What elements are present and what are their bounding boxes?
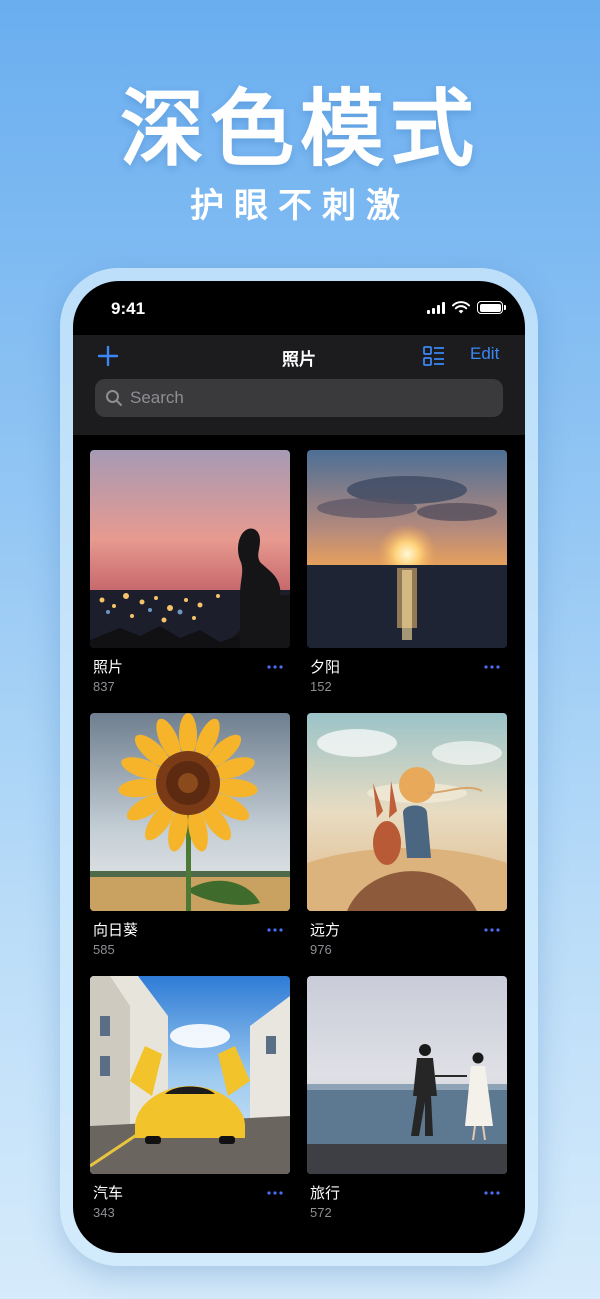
album-grid: 照片 837 夕阳 152 向日葵 585 远方 976 汽车 343 旅行 5… <box>90 450 510 1239</box>
more-options-icon[interactable] <box>266 927 284 933</box>
album-thumbnail <box>90 713 290 911</box>
album-item[interactable]: 向日葵 585 <box>90 713 290 976</box>
more-options-icon[interactable] <box>483 927 501 933</box>
album-item[interactable]: 旅行 572 <box>307 976 507 1239</box>
wifi-icon <box>452 301 470 314</box>
more-options-icon[interactable] <box>483 664 501 670</box>
more-options-icon[interactable] <box>266 664 284 670</box>
search-input[interactable] <box>130 388 490 408</box>
album-name: 夕阳 <box>310 658 341 676</box>
hero-title: 深色模式 <box>119 80 480 178</box>
album-count: 976 <box>310 942 332 957</box>
album-count: 585 <box>93 942 115 957</box>
edit-button[interactable]: Edit <box>470 344 499 364</box>
status-icons <box>427 301 506 314</box>
phone-screen: 9:41 照片 Edit Search 照片 837 夕阳 152 向日葵 58… <box>73 281 525 1253</box>
battery-icon <box>477 301 506 314</box>
status-time: 9:41 <box>111 299 146 318</box>
album-count: 152 <box>310 679 332 694</box>
album-thumbnail <box>90 976 290 1174</box>
album-thumbnail <box>90 450 290 648</box>
album-thumbnail <box>307 713 507 911</box>
status-bar: 9:41 <box>73 281 525 335</box>
cellular-signal-icon <box>427 301 445 314</box>
album-name: 旅行 <box>310 1184 341 1202</box>
album-thumbnail <box>307 450 507 648</box>
album-count: 572 <box>310 1205 332 1220</box>
album-name: 远方 <box>310 921 341 939</box>
list-grid-icon[interactable] <box>421 343 447 369</box>
album-count: 343 <box>93 1205 115 1220</box>
album-item[interactable]: 照片 837 <box>90 450 290 713</box>
album-name: 向日葵 <box>93 921 139 939</box>
album-item[interactable]: 远方 976 <box>307 713 507 976</box>
hero-subtitle: 护眼不刺激 <box>190 186 410 226</box>
album-item[interactable]: 夕阳 152 <box>307 450 507 713</box>
more-options-icon[interactable] <box>266 1190 284 1196</box>
album-item[interactable]: 汽车 343 <box>90 976 290 1239</box>
navbar: 照片 Edit <box>73 335 525 435</box>
album-name: 照片 <box>93 658 124 676</box>
search-icon <box>106 390 122 406</box>
album-name: 汽车 <box>93 1184 124 1202</box>
search-bar[interactable] <box>95 379 503 417</box>
page-title: 照片 <box>282 350 316 370</box>
album-thumbnail <box>307 976 507 1174</box>
album-count: 837 <box>93 679 115 694</box>
more-options-icon[interactable] <box>483 1190 501 1196</box>
